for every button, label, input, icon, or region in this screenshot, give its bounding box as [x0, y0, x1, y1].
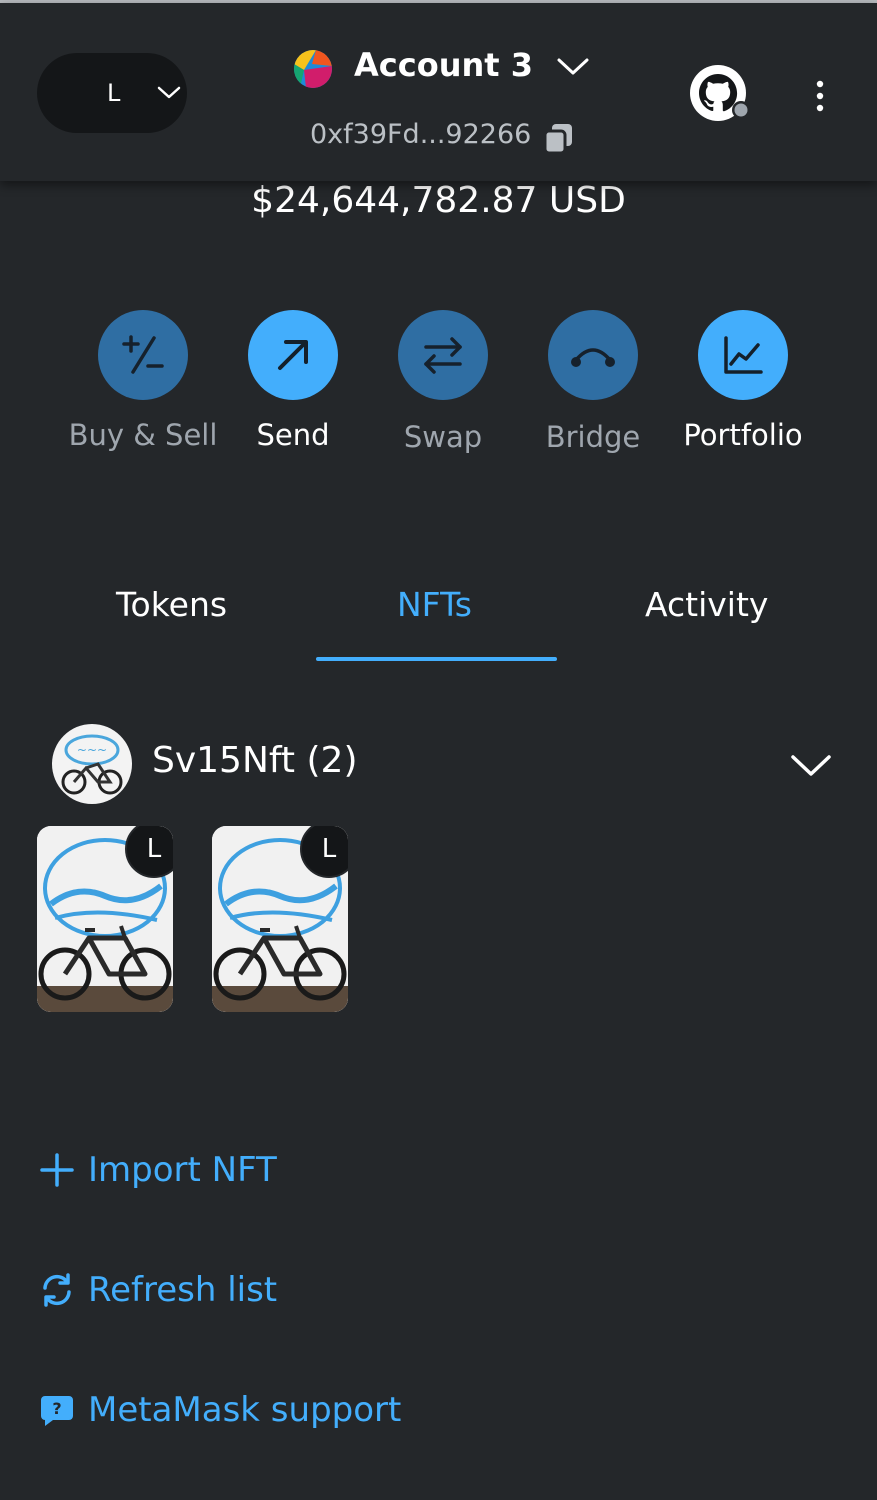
refresh-icon — [38, 1271, 76, 1309]
account-avatar-icon — [294, 50, 332, 88]
swap-arrows-icon — [398, 310, 488, 400]
support-chat-icon: ? — [38, 1391, 76, 1429]
bridge-label: Bridge — [545, 420, 641, 454]
action-buttons: Buy & Sell Send Swap Bridge Portfolio — [0, 310, 877, 470]
send-label: Send — [256, 418, 330, 452]
github-icon[interactable] — [690, 65, 750, 125]
svg-text:?: ? — [52, 1399, 61, 1418]
chevron-down-icon — [157, 83, 181, 103]
nft-collection-header[interactable]: ~~~ Sv15Nft (2) — [52, 724, 842, 804]
account-name: Account 3 — [354, 46, 533, 84]
asset-tabs: Tokens NFTs Activity — [0, 585, 877, 665]
account-address-row[interactable]: 0xf39Fd...92266 — [310, 119, 572, 155]
buy-sell-button[interactable]: Buy & Sell — [63, 310, 223, 452]
import-nft-label: Import NFT — [88, 1150, 277, 1190]
chart-line-icon — [698, 310, 788, 400]
copy-icon[interactable] — [542, 121, 576, 155]
nft-card[interactable]: L — [212, 826, 348, 1012]
plus-minus-icon — [98, 310, 188, 400]
tab-tokens[interactable]: Tokens — [116, 585, 227, 624]
chevron-down-icon — [556, 54, 590, 78]
app-header: L Account 3 0xf39Fd...92266 — [0, 3, 877, 181]
portfolio-label: Portfolio — [683, 418, 803, 452]
bridge-button[interactable]: Bridge — [513, 310, 673, 454]
kebab-menu-icon[interactable] — [808, 78, 832, 114]
chevron-down-icon[interactable] — [790, 752, 832, 778]
swap-button[interactable]: Swap — [363, 310, 523, 454]
arrow-up-right-icon — [248, 310, 338, 400]
active-tab-indicator — [316, 657, 557, 661]
refresh-list-link[interactable]: Refresh list — [38, 1270, 277, 1310]
collection-avatar: ~~~ — [52, 724, 132, 804]
svg-text:~~~: ~~~ — [77, 743, 107, 757]
network-letter: L — [107, 79, 121, 107]
import-nft-link[interactable]: Import NFT — [38, 1150, 277, 1190]
swap-label: Swap — [403, 420, 483, 454]
collection-name: Sv15Nft (2) — [152, 740, 358, 781]
nft-card[interactable]: L — [37, 826, 173, 1012]
bridge-icon — [548, 310, 638, 400]
buy-sell-label: Buy & Sell — [68, 418, 218, 452]
account-balance: $24,644,782.87 USD — [251, 180, 626, 221]
network-picker-button[interactable]: L — [37, 53, 187, 133]
tab-activity[interactable]: Activity — [645, 585, 768, 624]
tab-nfts[interactable]: NFTs — [397, 585, 472, 624]
plus-icon — [38, 1151, 76, 1189]
account-address: 0xf39Fd...92266 — [310, 119, 532, 150]
metamask-support-link[interactable]: ? MetaMask support — [38, 1390, 401, 1430]
send-button[interactable]: Send — [213, 310, 373, 452]
portfolio-button[interactable]: Portfolio — [663, 310, 823, 452]
refresh-list-label: Refresh list — [88, 1270, 278, 1310]
metamask-support-label: MetaMask support — [88, 1390, 402, 1430]
